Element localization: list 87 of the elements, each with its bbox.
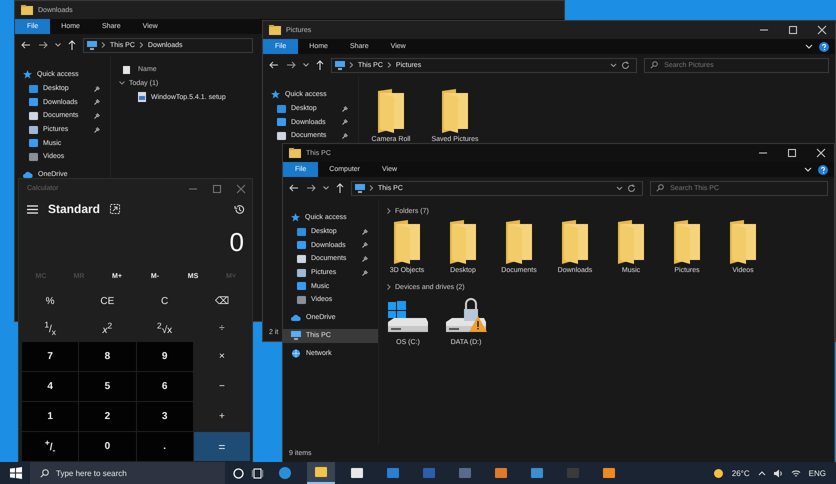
sun-icon: [712, 468, 724, 478]
forward-arrow-icon[interactable]: [38, 41, 48, 49]
digit-key[interactable]: $^{+}$/$_{-}$: [22, 432, 78, 461]
star-icon: [23, 70, 32, 80]
maximize-icon[interactable]: [788, 25, 798, 35]
computer-icon: [355, 184, 365, 192]
folder-icon[interactable]: [504, 220, 534, 264]
help-icon[interactable]: [819, 42, 829, 52]
wifi-icon[interactable]: [790, 468, 801, 478]
weather-temperature[interactable]: 26°C: [732, 468, 750, 478]
back-arrow-icon[interactable]: [21, 41, 31, 49]
chevron-down-icon[interactable]: [616, 186, 624, 190]
caret-down-icon[interactable]: [119, 81, 125, 85]
back-arrow-icon[interactable]: [289, 184, 299, 192]
forward-arrow-icon[interactable]: [286, 61, 296, 69]
up-arrow-icon[interactable]: [336, 183, 344, 193]
folder-icon[interactable]: [448, 220, 478, 264]
cloud-icon: [23, 171, 33, 178]
search-icon: [650, 61, 658, 69]
search-icon: [40, 468, 49, 478]
mode-title: Standard: [48, 202, 100, 216]
refresh-icon[interactable]: [627, 184, 636, 192]
caret-down-icon[interactable]: [323, 186, 329, 190]
digit-key[interactable]: 8: [79, 342, 136, 371]
refresh-icon[interactable]: [621, 60, 630, 70]
keep-on-top-icon[interactable]: [110, 204, 120, 214]
calculator-display: 0: [228, 226, 245, 259]
windows-logo-icon[interactable]: [10, 467, 22, 479]
up-arrow-icon[interactable]: [68, 40, 76, 50]
installer-icon: [137, 92, 147, 102]
digit-key[interactable]: 7: [22, 342, 78, 371]
menu-icon[interactable]: [27, 204, 38, 214]
folder-icon[interactable]: [616, 220, 646, 264]
chevron-right-icon: [138, 42, 144, 48]
folder-icon: [269, 25, 281, 35]
caret-down-icon[interactable]: [303, 63, 309, 67]
chevron-right-icon: [386, 62, 392, 68]
star-icon: [271, 90, 280, 100]
chevron-right-icon: [349, 62, 354, 68]
computer-icon: [291, 331, 301, 340]
digit-key[interactable]: 9: [136, 342, 193, 371]
search-icon: [656, 184, 664, 192]
language-indicator[interactable]: ENG: [808, 468, 826, 478]
back-arrow-icon[interactable]: [269, 61, 279, 69]
close-icon[interactable]: [817, 25, 827, 35]
taskbar-app[interactable]: [307, 462, 335, 484]
equals-key[interactable]: =: [194, 432, 250, 461]
digit-key[interactable]: 5: [79, 372, 136, 401]
up-arrow-icon[interactable]: [316, 60, 324, 70]
taskbar-search-field[interactable]: Type here to search: [30, 462, 225, 484]
digit-key[interactable]: 0: [79, 432, 136, 461]
digit-key[interactable]: 4: [22, 372, 78, 401]
close-icon[interactable]: [816, 148, 826, 158]
chevron-icon[interactable]: [387, 208, 391, 214]
chevron-right-icon: [101, 42, 106, 48]
chevron-up-icon[interactable]: [758, 470, 766, 476]
digit-key[interactable]: 1: [22, 402, 78, 431]
chevron-down-icon[interactable]: [610, 62, 618, 68]
network-icon: [291, 349, 301, 358]
caret-down-icon[interactable]: [55, 43, 61, 47]
folder-icon: [21, 5, 33, 15]
digit-key[interactable]: .: [136, 432, 193, 461]
help-icon[interactable]: [818, 164, 828, 174]
speaker-icon[interactable]: [774, 468, 783, 478]
computer-icon: [87, 40, 97, 50]
folder-icon[interactable]: [560, 220, 590, 264]
folder-icon[interactable]: [728, 220, 758, 264]
cloud-icon: [291, 314, 301, 322]
maximize-icon[interactable]: [787, 148, 797, 158]
folder-icon: [289, 148, 301, 158]
digit-key[interactable]: 2: [79, 402, 136, 431]
digit-key[interactable]: 6: [136, 372, 193, 401]
chevron-icon[interactable]: [387, 284, 391, 290]
folder-icon[interactable]: [392, 220, 422, 264]
history-icon[interactable]: [234, 204, 245, 214]
task-view-icon[interactable]: [252, 468, 263, 478]
chevron-right-icon: [369, 185, 374, 191]
digit-key[interactable]: 3: [136, 402, 193, 431]
folder-icon[interactable]: [376, 89, 406, 133]
forward-arrow-icon[interactable]: [306, 184, 316, 192]
star-icon: [291, 213, 300, 222]
computer-icon: [335, 60, 345, 70]
circle-icon[interactable]: [233, 468, 244, 478]
folder-icon: [314, 465, 328, 479]
folder-icon[interactable]: [440, 89, 470, 133]
folder-icon[interactable]: [672, 220, 702, 264]
page-icon: [123, 66, 130, 74]
